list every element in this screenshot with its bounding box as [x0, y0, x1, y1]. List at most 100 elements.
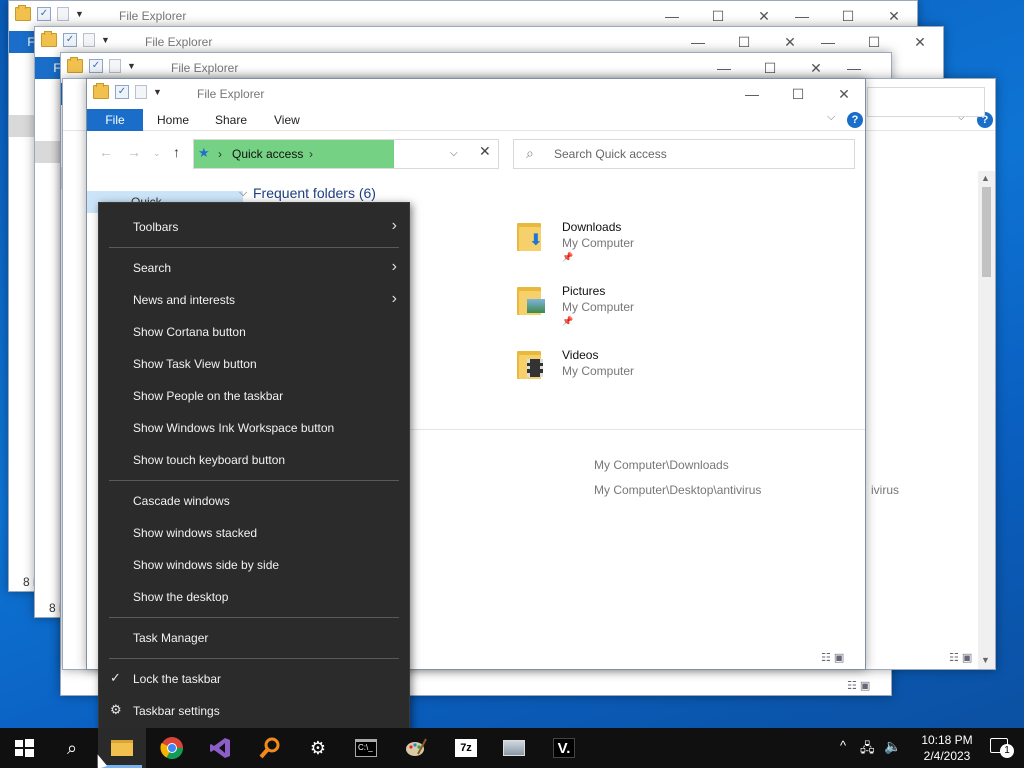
close-button[interactable]: ✕ [821, 79, 865, 109]
recent-file-path[interactable]: My Computer\Desktop\antivirus [594, 483, 761, 497]
scroll-down-arrow[interactable]: ▼ [981, 655, 990, 665]
search-button[interactable]: ⌕ [48, 728, 96, 768]
customize-dropdown-icon[interactable]: ▼ [75, 9, 84, 19]
up-arrow-icon[interactable]: ↑ [173, 144, 180, 160]
menu-item-show-windows-side-by-side[interactable]: Show windows side by side [99, 549, 409, 581]
scroll-up-arrow[interactable]: ▲ [981, 173, 990, 183]
visual-studio-icon [210, 738, 230, 758]
breadcrumb-chevron-icon[interactable]: › [309, 147, 313, 161]
chevron-up-icon[interactable]: ^ [840, 738, 846, 753]
menu-item-label: Show Task View button [133, 357, 257, 371]
help-icon[interactable]: ? [847, 112, 863, 128]
menu-item-cascade-windows[interactable]: Cascade windows [99, 485, 409, 517]
properties-icon[interactable]: ✓ [89, 59, 103, 73]
taskbar-app-vim[interactable]: V. [540, 728, 588, 768]
taskbar-app-settings[interactable]: ⚙ [294, 728, 342, 768]
menu-item-search[interactable]: Search › [99, 252, 409, 284]
menu-item-show-the-desktop[interactable]: Show the desktop [99, 581, 409, 613]
folder-location: My Computer [562, 300, 635, 314]
folder-name-videos[interactable]: Videos [562, 348, 598, 362]
scroll-thumb[interactable] [982, 187, 991, 277]
frequent-folders-header[interactable]: Frequent folders (6) [253, 185, 376, 201]
ribbon: File Home Share View ⌵ ? [87, 109, 865, 131]
taskbar-app-search-tool[interactable] [246, 728, 294, 768]
menu-item-show-cortana-button[interactable]: Show Cortana button [99, 316, 409, 348]
customize-dropdown-icon[interactable]: ▼ [153, 87, 162, 97]
address-dropdown-icon[interactable]: ⌵ [450, 148, 458, 159]
volume-icon[interactable]: 🔈 [884, 738, 901, 755]
clock[interactable]: 10:18 PM 2/4/2023 [912, 732, 982, 764]
customize-dropdown-icon[interactable]: ▼ [127, 61, 136, 71]
new-folder-icon[interactable] [135, 85, 147, 99]
menu-item-taskbar-settings[interactable]: ⚙ Taskbar settings [99, 695, 409, 727]
tab-share[interactable]: Share [215, 113, 247, 127]
new-folder-icon[interactable] [83, 33, 95, 47]
start-button[interactable] [0, 728, 48, 768]
search-input[interactable] [867, 87, 985, 117]
menu-item-label: Show People on the taskbar [133, 389, 284, 403]
customize-dropdown-icon[interactable]: ▼ [101, 35, 110, 45]
new-folder-icon[interactable] [57, 7, 69, 21]
tab-home[interactable]: Home [157, 113, 189, 127]
menu-item-lock-the-taskbar[interactable]: ✓ Lock the taskbar [99, 663, 409, 695]
search-icon: ⌕ [526, 145, 534, 161]
tab-view[interactable]: View [274, 113, 300, 127]
new-folder-icon[interactable] [109, 59, 121, 73]
recent-file-path[interactable]: My Computer\Downloads [594, 458, 729, 472]
taskbar-app-terminal[interactable]: C:\_ [342, 728, 390, 768]
notification-center-button[interactable]: 1 [990, 738, 1014, 758]
maximize-button[interactable]: ☐ [775, 79, 821, 109]
view-toggle-icons[interactable]: ☷▣ [949, 651, 975, 664]
forward-arrow-icon[interactable]: → [127, 144, 141, 160]
chevron-right-icon: › [391, 217, 397, 234]
menu-item-show-windows-stacked[interactable]: Show windows stacked [99, 517, 409, 549]
breadcrumb-chevron-icon[interactable]: › [218, 147, 222, 161]
taskbar-app-chrome[interactable] [148, 728, 196, 768]
clear-address-icon[interactable]: ✕ [479, 143, 491, 160]
menu-item-show-task-view-button[interactable]: Show Task View button [99, 348, 409, 380]
menu-item-show-people[interactable]: Show People on the taskbar [99, 380, 409, 412]
ribbon-collapse-icon[interactable]: ⌵ [827, 111, 835, 124]
search-icon: ⌕ [66, 738, 78, 758]
menu-item-task-manager[interactable]: Task Manager [99, 622, 409, 654]
view-toggle-icons[interactable]: ☷▣ [847, 679, 873, 692]
menu-item-label: News and interests [133, 293, 236, 307]
view-toggle-icons[interactable]: ☷▣ [821, 651, 847, 664]
taskbar-app-network-tool[interactable] [490, 728, 538, 768]
folder-icon [110, 736, 134, 760]
properties-icon[interactable]: ✓ [63, 33, 77, 47]
minimize-button[interactable]: — [729, 79, 775, 109]
menu-item-label: Show touch keyboard button [133, 453, 286, 467]
back-arrow-icon[interactable]: ← [99, 144, 113, 160]
taskbar-app-7zip[interactable]: 7z [442, 728, 490, 768]
search-input[interactable]: ⌕ Search Quick access [513, 139, 855, 169]
vertical-scrollbar[interactable]: ▲ ▼ [978, 171, 995, 669]
folder-name-downloads[interactable]: Downloads [562, 220, 621, 234]
close-button[interactable]: ✕ [897, 27, 943, 57]
title-bar[interactable]: ✓ ▼ File Explorer — ☐ ✕ [87, 79, 865, 109]
properties-icon[interactable]: ✓ [115, 85, 129, 99]
window-title: File Explorer [197, 87, 265, 101]
search-placeholder: Search Quick access [554, 147, 667, 161]
recent-locations-icon[interactable]: ⌄ [153, 148, 161, 159]
network-icon[interactable]: 🖧 [860, 739, 875, 761]
folder-name-pictures[interactable]: Pictures [562, 284, 605, 298]
properties-icon[interactable]: ✓ [37, 7, 51, 21]
magnifier-icon [259, 737, 280, 759]
menu-item-show-touch-keyboard[interactable]: Show touch keyboard button [99, 444, 409, 476]
tab-file[interactable]: File [87, 109, 143, 131]
menu-item-news-and-interests[interactable]: News and interests › [99, 284, 409, 316]
menu-item-label: Show windows stacked [133, 526, 258, 540]
taskbar[interactable]: ⌕ ⚙ C:\_ 7z V. ^ 🖧 🔈 10:18 PM 2/4/2023 1 [0, 728, 1024, 768]
menu-item-label: Show Windows Ink Workspace button [133, 421, 335, 435]
taskbar-app-visual-studio[interactable] [196, 728, 244, 768]
menu-item-show-ink-workspace[interactable]: Show Windows Ink Workspace button [99, 412, 409, 444]
folder-location: My Computer [562, 236, 635, 250]
nav-pane-selection [35, 141, 61, 163]
taskbar-app-paint[interactable] [392, 728, 440, 768]
address-bar[interactable]: ★ › Quick access › ⌵ [193, 139, 499, 169]
breadcrumb-quick-access[interactable]: Quick access [232, 147, 303, 161]
chevron-down-icon[interactable]: ⌵ [239, 187, 247, 200]
menu-item-toolbars[interactable]: Toolbars › [99, 211, 409, 243]
menu-item-label: Task Manager [133, 631, 209, 645]
